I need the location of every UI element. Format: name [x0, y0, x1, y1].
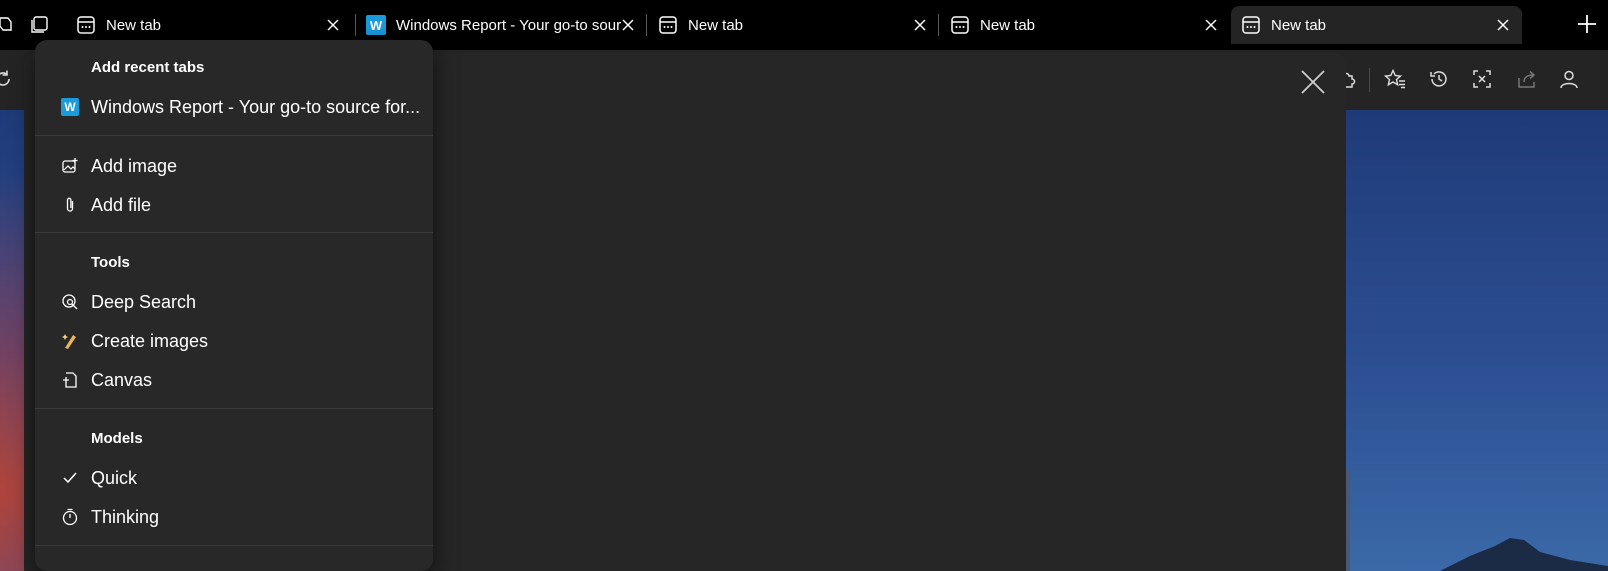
- close-tab-icon[interactable]: [1204, 18, 1218, 32]
- tab-actions-icon[interactable]: [30, 14, 50, 34]
- tab-new-tab-3[interactable]: New tab: [648, 6, 939, 44]
- paperclip-icon: [66, 197, 74, 212]
- menu-header-tools: Tools: [91, 254, 130, 271]
- new-tab-page-icon: [77, 16, 95, 34]
- tab-new-tab-active[interactable]: New tab: [1231, 6, 1522, 44]
- timer-icon: [62, 508, 78, 526]
- menu-divider: [35, 232, 433, 233]
- close-tab-icon[interactable]: [621, 18, 635, 32]
- menu-header-recent-tabs: Add recent tabs: [91, 59, 205, 76]
- menu-divider: [35, 408, 433, 409]
- history-icon[interactable]: [1428, 68, 1450, 90]
- new-tab-page-icon: [951, 16, 969, 34]
- menu-item-deep-search[interactable]: Deep Search: [35, 284, 433, 320]
- mountain-silhouette: [1440, 538, 1608, 571]
- workspaces-icon[interactable]: [0, 14, 14, 34]
- menu-item-label: Quick: [91, 467, 138, 488]
- tab-windows-report[interactable]: W Windows Report - Your go-to source: [357, 6, 647, 44]
- menu-item-label: Add image: [91, 155, 178, 176]
- windows-report-favicon: W: [366, 15, 386, 35]
- menu-divider: [35, 135, 433, 136]
- menu-header-models: Models: [91, 430, 143, 447]
- menu-item-label: Thinking: [91, 506, 160, 527]
- menu-item-label: Add file: [91, 194, 152, 215]
- screenshot-icon[interactable]: [1471, 68, 1493, 90]
- close-tab-icon[interactable]: [1496, 18, 1510, 32]
- close-tab-icon[interactable]: [913, 18, 927, 32]
- menu-item-label: Deep Search: [91, 291, 197, 312]
- tab-new-tab-1[interactable]: New tab: [58, 6, 356, 44]
- menu-item-add-file[interactable]: Add file: [35, 187, 433, 223]
- deep-search-icon: [62, 294, 78, 310]
- favorites-icon[interactable]: [1384, 68, 1406, 90]
- menu-item-add-image[interactable]: Add image: [35, 148, 433, 184]
- share-icon[interactable]: [1516, 68, 1538, 90]
- toolbar-separator: [1369, 68, 1370, 92]
- checkmark-icon: [63, 472, 77, 484]
- menu-divider: [35, 545, 433, 546]
- new-tab-page-icon: [1242, 16, 1260, 34]
- windows-report-favicon: W: [61, 98, 79, 116]
- tab-separator: [646, 14, 647, 36]
- menu-item-recent-tab[interactable]: W Windows Report - Your go-to source for…: [35, 89, 433, 125]
- menu-item-model-thinking[interactable]: Thinking: [35, 499, 433, 535]
- new-tab-page-icon: [659, 16, 677, 34]
- tab-separator: [355, 14, 356, 36]
- tab-title: New tab: [106, 16, 162, 34]
- tab-title: New tab: [1271, 16, 1327, 34]
- menu-item-canvas[interactable]: Canvas: [35, 362, 433, 398]
- add-image-icon: [62, 158, 78, 173]
- new-tab-plus-icon[interactable]: [1575, 12, 1599, 36]
- menu-item-label: Windows Report - Your go-to source for..…: [91, 96, 421, 117]
- tab-title: New tab: [980, 16, 1036, 34]
- add-context-menu: Add recent tabs W Windows Report - Your …: [35, 40, 433, 571]
- close-tab-icon[interactable]: [326, 18, 340, 32]
- canvas-icon: [63, 372, 77, 388]
- menu-item-create-images[interactable]: Create images: [35, 323, 433, 359]
- tab-title: Windows Report - Your go-to source: [396, 16, 621, 34]
- menu-item-model-quick[interactable]: Quick: [35, 460, 433, 496]
- refresh-icon[interactable]: [0, 68, 14, 90]
- create-images-icon: [62, 334, 76, 349]
- tab-title: New tab: [688, 16, 744, 34]
- profile-icon[interactable]: [1558, 68, 1580, 90]
- tab-new-tab-4[interactable]: New tab: [940, 6, 1230, 44]
- menu-item-label: Canvas: [91, 369, 153, 390]
- tab-separator: [938, 14, 939, 36]
- close-panel-icon[interactable]: [1300, 69, 1326, 95]
- menu-item-label: Create images: [91, 330, 209, 351]
